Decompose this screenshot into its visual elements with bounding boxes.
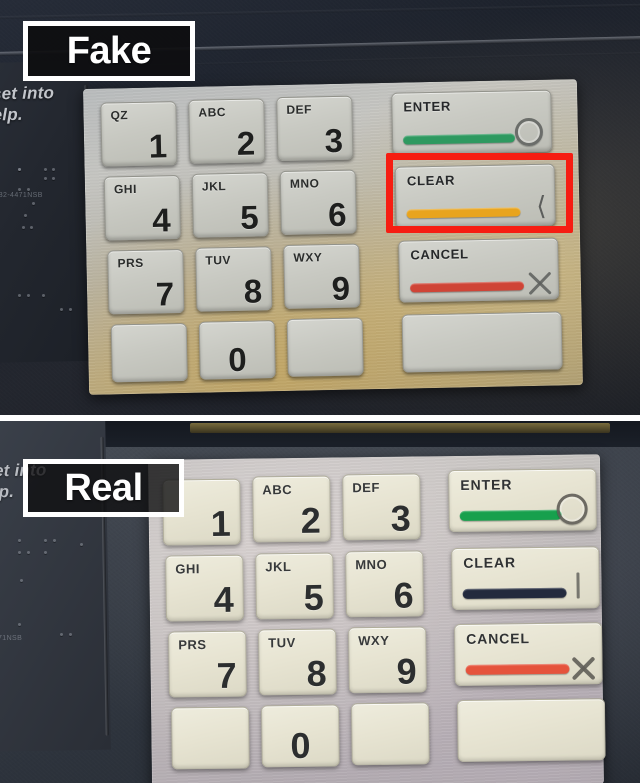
key-3[interactable]: DEF 3 — [342, 473, 421, 541]
key-enter[interactable]: ENTER — [448, 468, 597, 533]
key-5[interactable]: JKL 5 — [255, 552, 334, 620]
key-cancel[interactable]: CANCEL — [454, 622, 603, 687]
key-blank-function[interactable] — [401, 311, 563, 373]
key-digit: 5 — [303, 576, 324, 618]
function-label: CLEAR — [463, 554, 517, 571]
fascia-serial-real: 71NSB — [0, 635, 23, 642]
cancel-color-bar — [409, 281, 525, 293]
key-blank-right[interactable] — [350, 702, 430, 766]
key-letters: MNO — [355, 556, 388, 573]
key-blank-left[interactable] — [171, 706, 250, 770]
key-digit: 3 — [390, 497, 411, 539]
key-digit: 1 — [148, 127, 168, 165]
key-enter[interactable]: ENTER — [391, 89, 553, 155]
key-9[interactable]: WXY 9 — [348, 626, 427, 694]
key-5[interactable]: JKL 5 — [191, 172, 269, 238]
key-digit: 9 — [331, 269, 351, 308]
caption-fake-label: Fake — [66, 30, 152, 72]
key-digit: 0 — [227, 340, 247, 379]
key-letters: DEF — [286, 102, 313, 117]
key-letters: DEF — [352, 479, 380, 496]
panel-real: dset into elp. 71NSB 1 ABC 2 DEF — [0, 421, 640, 783]
panel-fake: adset into help. -32-4471NSB QZ 1 ABC 2 … — [0, 0, 640, 418]
key-digit: 2 — [236, 124, 256, 162]
x-mark-icon — [569, 653, 597, 681]
ring-icon — [514, 117, 544, 147]
key-letters: QZ — [110, 108, 129, 123]
key-digit: 9 — [396, 650, 417, 692]
key-1[interactable]: QZ 1 — [100, 101, 178, 167]
enter-color-bar — [459, 509, 562, 521]
key-digit: 4 — [213, 578, 234, 620]
key-digit: 8 — [306, 652, 327, 694]
key-3[interactable]: DEF 3 — [276, 95, 354, 162]
function-label: CLEAR — [406, 172, 456, 189]
key-7[interactable]: PRS 7 — [168, 630, 247, 698]
chevron-left-icon: ⟨ — [535, 190, 547, 221]
key-letters: JKL — [265, 559, 292, 575]
key-letters: WXY — [293, 250, 323, 265]
keypad-plate-fake: QZ 1 ABC 2 DEF 3 ENTER GHI 4 JKL 5 MNO 6… — [82, 79, 584, 395]
ring-icon — [556, 493, 588, 525]
key-digit: 7 — [155, 275, 175, 313]
key-blank-right[interactable] — [286, 317, 364, 377]
clear-color-bar — [462, 587, 567, 599]
key-9[interactable]: WXY 9 — [283, 243, 361, 309]
key-6[interactable]: MNO 6 — [279, 169, 357, 236]
keypad-plate-real: 1 ABC 2 DEF 3 ENTER GHI 4 JKL 5 MNO 6 CL… — [148, 454, 606, 783]
key-letters: TUV — [268, 634, 296, 651]
enter-color-bar — [402, 133, 516, 145]
cancel-color-bar — [465, 663, 570, 675]
key-digit: 7 — [216, 654, 237, 696]
key-cancel[interactable]: CANCEL — [398, 237, 560, 303]
key-0[interactable]: 0 — [261, 704, 340, 768]
key-4[interactable]: GHI 4 — [165, 554, 244, 622]
key-2[interactable]: ABC 2 — [188, 98, 266, 164]
vertical-bar-icon — [576, 572, 580, 599]
caption-real-label: Real — [64, 467, 143, 509]
caption-fake: Fake — [23, 21, 195, 81]
key-digit: 2 — [300, 499, 322, 541]
key-digit: 6 — [393, 574, 414, 616]
key-letters: GHI — [175, 561, 201, 577]
key-digit: 6 — [327, 195, 347, 234]
key-digit: 4 — [151, 201, 171, 239]
x-mark-icon — [526, 269, 555, 298]
key-blank-function[interactable] — [456, 698, 606, 763]
comparison-image: adset into help. -32-4471NSB QZ 1 ABC 2 … — [0, 0, 640, 783]
key-digit: 3 — [324, 121, 344, 160]
key-digit: 1 — [210, 502, 232, 545]
key-8[interactable]: TUV 8 — [258, 628, 337, 696]
key-0[interactable]: 0 — [198, 320, 276, 380]
key-8[interactable]: TUV 8 — [195, 246, 273, 312]
function-label: CANCEL — [466, 630, 531, 647]
key-4[interactable]: GHI 4 — [103, 175, 182, 241]
key-letters: WXY — [358, 632, 390, 649]
key-letters: PRS — [117, 255, 144, 271]
headset-instruction-text-fake: adset into help. — [0, 83, 55, 125]
key-letters: MNO — [289, 176, 320, 191]
key-letters: ABC — [198, 105, 227, 120]
key-letters: PRS — [178, 637, 207, 653]
fascia-serial-fake: -32-4471NSB — [0, 192, 43, 199]
key-6[interactable]: MNO 6 — [345, 550, 424, 618]
key-blank-left[interactable] — [110, 322, 188, 383]
key-letters: GHI — [113, 181, 137, 197]
function-label: ENTER — [460, 476, 513, 493]
card-slot — [190, 423, 610, 433]
key-clear[interactable]: CLEAR ⟨ — [394, 163, 556, 229]
function-label: CANCEL — [410, 246, 469, 263]
key-letters: TUV — [205, 253, 232, 268]
key-clear[interactable]: CLEAR — [451, 546, 600, 611]
key-2[interactable]: ABC 2 — [252, 475, 332, 543]
function-label: ENTER — [403, 98, 452, 115]
caption-real: Real — [23, 459, 184, 517]
key-digit: 8 — [243, 272, 263, 310]
key-7[interactable]: PRS 7 — [107, 249, 185, 315]
key-digit: 5 — [239, 198, 259, 236]
clear-color-bar — [406, 207, 521, 219]
key-letters: ABC — [262, 482, 293, 498]
key-letters: JKL — [201, 179, 227, 194]
key-digit: 0 — [290, 724, 311, 767]
